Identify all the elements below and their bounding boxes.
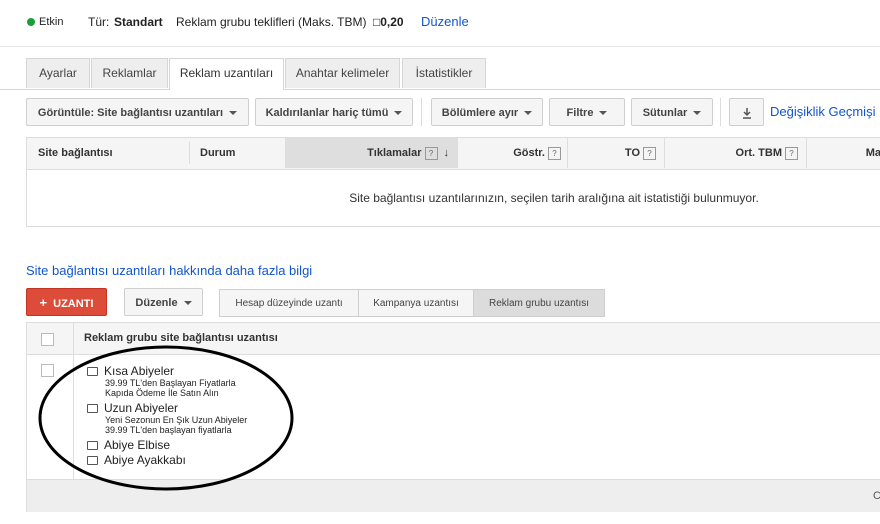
annotation-ellipse	[38, 345, 294, 491]
